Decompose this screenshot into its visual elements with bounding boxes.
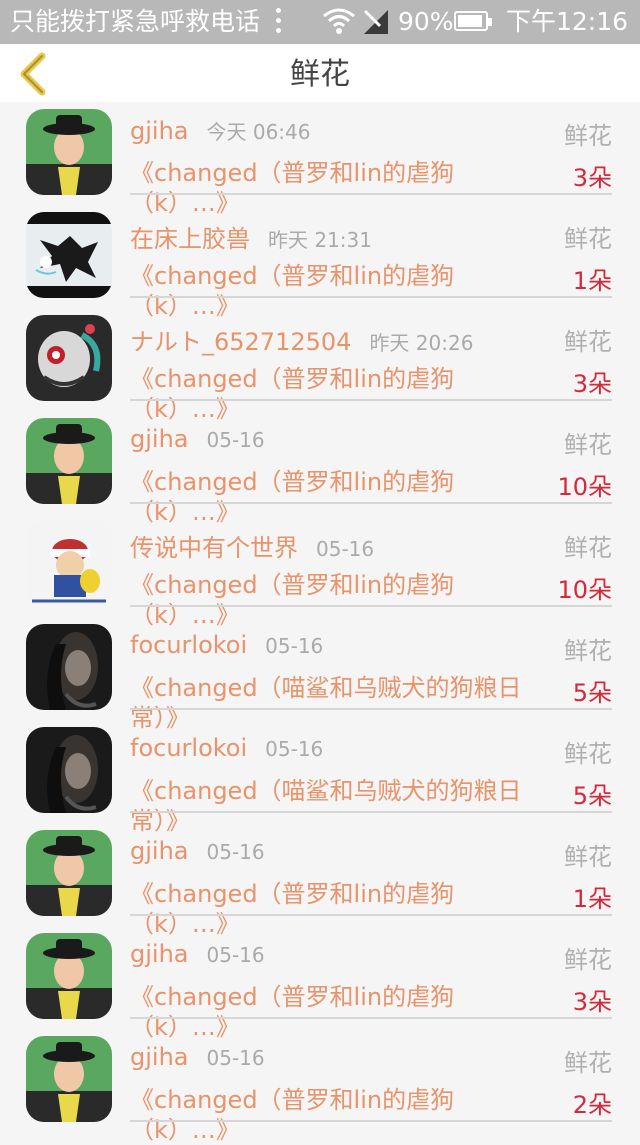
avatar[interactable] xyxy=(26,624,112,710)
user-name-text: ナルト_652712504 xyxy=(130,328,352,356)
flower-count: 3朵 xyxy=(572,370,612,398)
wifi-icon xyxy=(323,8,355,34)
timestamp: 05-16 xyxy=(206,840,265,864)
flower-count: 5朵 xyxy=(572,782,612,810)
timestamp: 05-16 xyxy=(265,634,324,658)
battery-percent: 90% xyxy=(398,7,454,36)
list-item[interactable]: focurlokoi 05-16 鲜花 《changed（喵鲨和乌贼犬的狗粮日常）》 5… xyxy=(0,621,640,732)
timestamp: 昨天 20:26 xyxy=(369,331,474,355)
user-name-text: gjiha xyxy=(130,425,189,453)
list-item[interactable]: gjiha 05-16 鲜花 《changed（普罗和lin的虐狗（k）…》 10朵 xyxy=(0,415,640,526)
timestamp: 05-16 xyxy=(206,428,265,452)
gift-type-label: 鲜花 xyxy=(564,431,612,459)
avatar[interactable] xyxy=(26,315,112,401)
flower-count: 1朵 xyxy=(572,267,612,295)
status-bar: 只能拨打紧急呼救电话 90% 下午12:16 xyxy=(0,0,640,44)
timestamp: 05-16 xyxy=(206,943,265,967)
row-divider xyxy=(130,296,612,298)
avatar[interactable] xyxy=(26,1036,112,1122)
flower-count: 3朵 xyxy=(572,164,612,192)
user-name-text: gjiha xyxy=(130,117,189,145)
user-name-text: gjiha xyxy=(130,837,189,865)
user-name-text: focurlokoi xyxy=(130,631,248,659)
row-divider xyxy=(130,1120,612,1122)
avatar[interactable] xyxy=(26,521,112,607)
timestamp: 05-16 xyxy=(316,537,375,561)
avatar[interactable] xyxy=(26,418,112,504)
list-item[interactable]: focurlokoi 05-16 鲜花 《changed（喵鲨和乌贼犬的狗粮日常）》 5… xyxy=(0,724,640,835)
list-item[interactable]: gjiha 05-16 鲜花 《changed（普罗和lin的虐狗（k）…》 1朵 xyxy=(0,827,640,938)
row-divider xyxy=(130,399,612,401)
signal-icon xyxy=(363,9,388,34)
user-name[interactable]: ナルト_652712504 昨天 20:26 xyxy=(130,322,473,357)
avatar[interactable] xyxy=(26,830,112,916)
list-item[interactable]: gjiha 05-16 鲜花 《changed（普罗和lin的虐狗（k）…》 3朵 xyxy=(0,930,640,1041)
avatar[interactable] xyxy=(26,933,112,1019)
user-name[interactable]: gjiha 05-16 xyxy=(130,940,265,968)
user-name-text: gjiha xyxy=(130,1043,189,1071)
gift-type-label: 鲜花 xyxy=(564,1049,612,1077)
timestamp: 05-16 xyxy=(265,737,324,761)
user-name[interactable]: gjiha 05-16 xyxy=(130,425,265,453)
user-name[interactable]: 传说中有个世界 05-16 xyxy=(130,528,374,563)
gift-type-label: 鲜花 xyxy=(564,946,612,974)
clock: 下午12:16 xyxy=(505,7,628,36)
row-divider xyxy=(130,1017,612,1019)
user-name[interactable]: 在床上胶兽 昨天 21:31 xyxy=(130,219,372,254)
flower-count: 10朵 xyxy=(557,576,612,604)
gift-type-label: 鲜花 xyxy=(564,534,612,562)
row-divider xyxy=(130,193,612,195)
list-item[interactable]: gjiha 05-16 鲜花 《changed（普罗和lin的虐狗（k）…》 2朵 xyxy=(0,1033,640,1144)
flower-count: 5朵 xyxy=(572,679,612,707)
row-divider xyxy=(130,914,612,916)
timestamp: 昨天 21:31 xyxy=(268,228,372,252)
user-name-text: focurlokoi xyxy=(130,734,248,762)
gift-type-label: 鲜花 xyxy=(564,122,612,150)
user-name[interactable]: gjiha 今天 06:46 xyxy=(130,116,311,145)
user-name-text: 在床上胶兽 xyxy=(130,225,250,253)
timestamp: 今天 06:46 xyxy=(206,120,311,144)
avatar[interactable] xyxy=(26,109,112,195)
user-name[interactable]: focurlokoi 05-16 xyxy=(130,631,323,659)
gift-type-label: 鲜花 xyxy=(564,843,612,871)
carrier-text: 只能拨打紧急呼救电话 xyxy=(10,7,261,36)
list-item[interactable]: ナルト_652712504 昨天 20:26 鲜花 《changed（普罗和lin的虐… xyxy=(0,312,640,423)
list-item[interactable]: 传说中有个世界 05-16 鲜花 《changed（普罗和lin的虐狗（k）…》 10朵 xyxy=(0,518,640,629)
list-item[interactable]: gjiha 今天 06:46 鲜花 《changed（普罗和lin的虐狗（k）…》 3朵 xyxy=(0,106,640,217)
flower-count: 2朵 xyxy=(572,1091,612,1119)
avatar[interactable] xyxy=(26,727,112,813)
row-divider xyxy=(130,708,612,710)
title-bar: 鲜花 xyxy=(0,44,640,102)
user-name-text: gjiha xyxy=(130,940,189,968)
flower-count: 10朵 xyxy=(557,473,612,501)
flower-count: 1朵 xyxy=(572,885,612,913)
row-divider xyxy=(130,811,612,813)
work-title-link[interactable]: 《changed（普罗和lin的虐狗（k）…》 xyxy=(130,1085,550,1145)
list-item[interactable]: 在床上胶兽 昨天 21:31 鲜花 《changed（普罗和lin的虐狗（k）…》 1朵 xyxy=(0,209,640,320)
more-dots-icon xyxy=(276,8,284,36)
avatar[interactable] xyxy=(26,212,112,298)
page-title: 鲜花 xyxy=(290,57,350,92)
gift-type-label: 鲜花 xyxy=(564,637,612,665)
flower-count: 3朵 xyxy=(572,988,612,1016)
row-divider xyxy=(130,605,612,607)
gift-type-label: 鲜花 xyxy=(564,328,612,356)
gift-type-label: 鲜花 xyxy=(564,225,612,253)
user-name[interactable]: gjiha 05-16 xyxy=(130,837,265,865)
user-name-text: 传说中有个世界 xyxy=(130,534,298,562)
user-name[interactable]: focurlokoi 05-16 xyxy=(130,734,323,762)
gift-type-label: 鲜花 xyxy=(564,740,612,768)
timestamp: 05-16 xyxy=(206,1046,265,1070)
battery-icon xyxy=(454,11,492,31)
row-divider xyxy=(130,502,612,504)
user-name[interactable]: gjiha 05-16 xyxy=(130,1043,265,1071)
